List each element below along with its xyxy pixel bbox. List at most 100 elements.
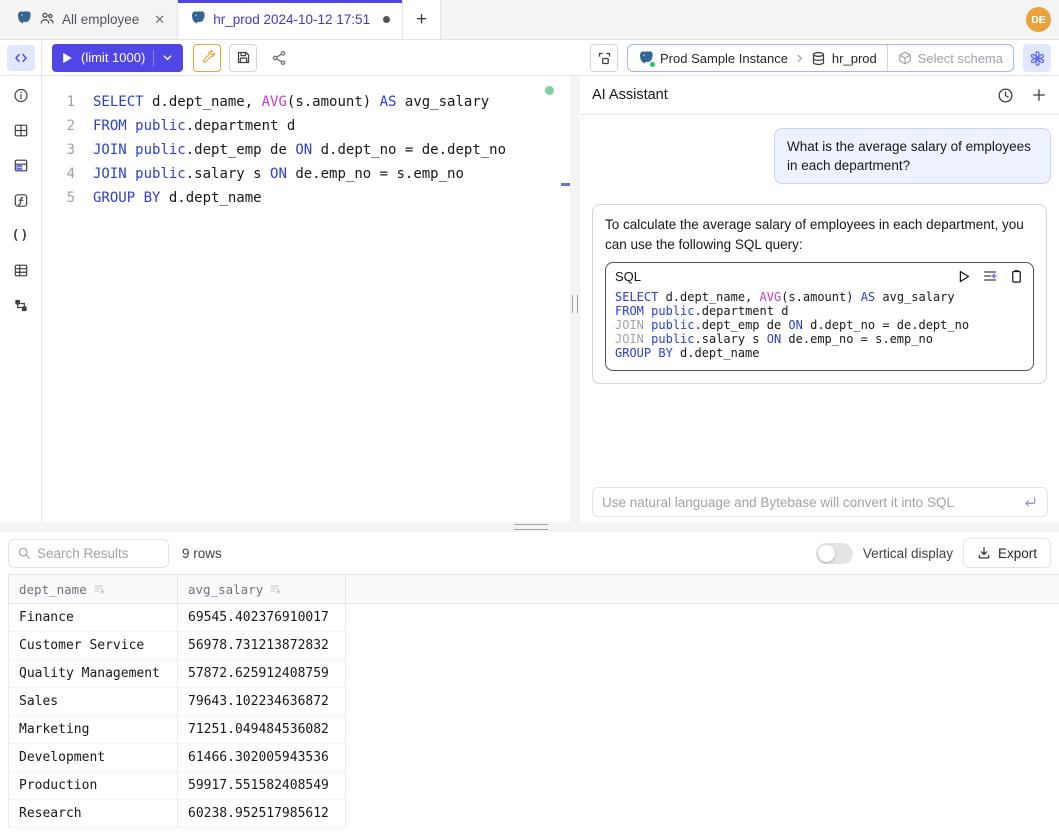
- table-row[interactable]: Production59917.551582408549: [8, 772, 1059, 800]
- format-icon: [597, 51, 612, 66]
- new-chat-icon[interactable]: [1031, 87, 1047, 103]
- row-filler: [346, 772, 1059, 800]
- close-tab-icon[interactable]: ✕: [154, 12, 165, 28]
- search-results-input[interactable]: [37, 546, 160, 561]
- cell-dept-name[interactable]: Research: [8, 800, 178, 828]
- cell-dept-name[interactable]: Customer Service: [8, 632, 178, 660]
- schema-selector[interactable]: Select schema: [887, 45, 1013, 71]
- save-sheet-button[interactable]: [229, 44, 257, 72]
- line-number: 1: [42, 90, 75, 114]
- cell-avg-salary[interactable]: 57872.625912408759: [178, 660, 346, 688]
- search-icon: [17, 546, 31, 560]
- insert-to-editor-icon[interactable]: [982, 268, 998, 284]
- cell-avg-salary[interactable]: 59917.551582408549: [178, 772, 346, 800]
- new-tab-button[interactable]: +: [403, 0, 441, 39]
- sort-icon[interactable]: [269, 583, 282, 596]
- column-header-dept-name[interactable]: dept_name: [8, 574, 178, 604]
- procedures-panel-button[interactable]: (): [13, 227, 29, 243]
- database-icon: [811, 51, 826, 66]
- cell-avg-salary[interactable]: 79643.102234636872: [178, 688, 346, 716]
- tab-label: All employee: [62, 12, 139, 27]
- left-icon-rail: (): [0, 76, 42, 522]
- table-row[interactable]: Development61466.302005943536: [8, 744, 1059, 772]
- code-icon: [13, 50, 29, 66]
- export-label: Export: [998, 546, 1037, 561]
- cell-dept-name[interactable]: Development: [8, 744, 178, 772]
- sample-data-panel-button[interactable]: [13, 157, 29, 173]
- sort-icon[interactable]: [93, 583, 106, 596]
- share-button[interactable]: [265, 44, 293, 72]
- copy-icon[interactable]: [1009, 269, 1024, 284]
- row-filler: [346, 800, 1059, 828]
- table-row[interactable]: Finance69545.402376910017: [8, 604, 1059, 632]
- ai-assistant-panel: AI Assistant What is the average salary …: [580, 76, 1059, 522]
- table-row[interactable]: Research60238.952517985612: [8, 800, 1059, 828]
- ai-prompt-inputbox: [592, 487, 1048, 517]
- vertical-display-toggle[interactable]: [816, 543, 853, 564]
- views-panel-button[interactable]: [13, 262, 29, 278]
- run-snippet-icon[interactable]: [956, 269, 971, 284]
- resizer-grip: [572, 295, 578, 313]
- table-data-icon: [13, 157, 29, 174]
- unsaved-dot: [383, 16, 390, 23]
- cell-dept-name[interactable]: Production: [8, 772, 178, 800]
- code-line[interactable]: 1SELECT d.dept_name, AVG(s.amount) AS av…: [42, 90, 570, 114]
- openai-icon: [1029, 50, 1046, 67]
- code-line[interactable]: 4JOIN public.salary s ON de.emp_no = s.e…: [42, 162, 570, 186]
- table-row[interactable]: Customer Service56978.731213872832: [8, 632, 1059, 660]
- column-header-filler: [346, 574, 1059, 604]
- cell-avg-salary[interactable]: 69545.402376910017: [178, 604, 346, 632]
- ai-assistant-button[interactable]: [1023, 44, 1051, 72]
- enter-icon[interactable]: [1022, 494, 1038, 510]
- panel-resizer-horizontal[interactable]: [0, 522, 1059, 532]
- table-icon: [13, 122, 29, 139]
- line-number: 5: [42, 186, 75, 210]
- column-header-label: avg_salary: [188, 582, 263, 597]
- functions-panel-button[interactable]: [13, 192, 29, 208]
- table-row[interactable]: Quality Management57872.625912408759: [8, 660, 1059, 688]
- connection-breadcrumb: Prod Sample Instance hr_prod Select sche…: [627, 44, 1014, 72]
- row-filler: [346, 604, 1059, 632]
- sql-editor[interactable]: 1SELECT d.dept_name, AVG(s.amount) AS av…: [42, 76, 570, 522]
- table-row[interactable]: Marketing71251.049484536082: [8, 716, 1059, 744]
- cell-avg-salary[interactable]: 56978.731213872832: [178, 632, 346, 660]
- download-icon: [977, 546, 991, 560]
- cube-icon: [898, 51, 912, 65]
- cell-dept-name[interactable]: Quality Management: [8, 660, 178, 688]
- connection-selector[interactable]: Prod Sample Instance hr_prod: [628, 45, 887, 71]
- format-sql-button[interactable]: [590, 44, 618, 72]
- run-query-button[interactable]: (limit 1000): [52, 44, 183, 72]
- cell-dept-name[interactable]: Marketing: [8, 716, 178, 744]
- info-panel-button[interactable]: [13, 87, 29, 103]
- sql-editor-toggle-button[interactable]: [7, 45, 35, 71]
- tables-panel-button[interactable]: [13, 122, 29, 138]
- admin-wrench-button[interactable]: [193, 44, 221, 72]
- row-filler: [346, 688, 1059, 716]
- connected-status-dot: [649, 61, 656, 68]
- tab-hr-prod[interactable]: hr_prod 2024-10-12 17:51: [177, 0, 403, 39]
- code-line[interactable]: 2FROM public.department d: [42, 114, 570, 138]
- panel-resizer-vertical[interactable]: [570, 76, 580, 522]
- schema-diagram-button[interactable]: [13, 297, 29, 313]
- save-icon: [236, 50, 251, 65]
- table-row[interactable]: Sales79643.102234636872: [8, 688, 1059, 716]
- ai-prompt-input[interactable]: [602, 495, 1016, 510]
- toggle-knob: [818, 545, 835, 562]
- user-message-text: What is the average salary of employees …: [787, 139, 1031, 173]
- function-icon: [13, 192, 29, 209]
- cell-avg-salary[interactable]: 61466.302005943536: [178, 744, 346, 772]
- cell-avg-salary[interactable]: 60238.952517985612: [178, 800, 346, 828]
- chevron-down-icon[interactable]: [162, 52, 173, 63]
- user-avatar[interactable]: DE: [1026, 7, 1051, 32]
- cell-dept-name[interactable]: Sales: [8, 688, 178, 716]
- code-line[interactable]: 5GROUP BY d.dept_name: [42, 186, 570, 210]
- code-line[interactable]: 3JOIN public.dept_emp de ON d.dept_no = …: [42, 138, 570, 162]
- tab-all-employee[interactable]: All employee ✕: [4, 0, 177, 39]
- history-icon[interactable]: [997, 87, 1014, 104]
- column-header-avg-salary[interactable]: avg_salary: [178, 574, 346, 604]
- cell-dept-name[interactable]: Finance: [8, 604, 178, 632]
- export-button[interactable]: Export: [963, 538, 1051, 568]
- cell-avg-salary[interactable]: 71251.049484536082: [178, 716, 346, 744]
- wrench-icon: [200, 50, 215, 65]
- postgres-icon: [638, 50, 654, 66]
